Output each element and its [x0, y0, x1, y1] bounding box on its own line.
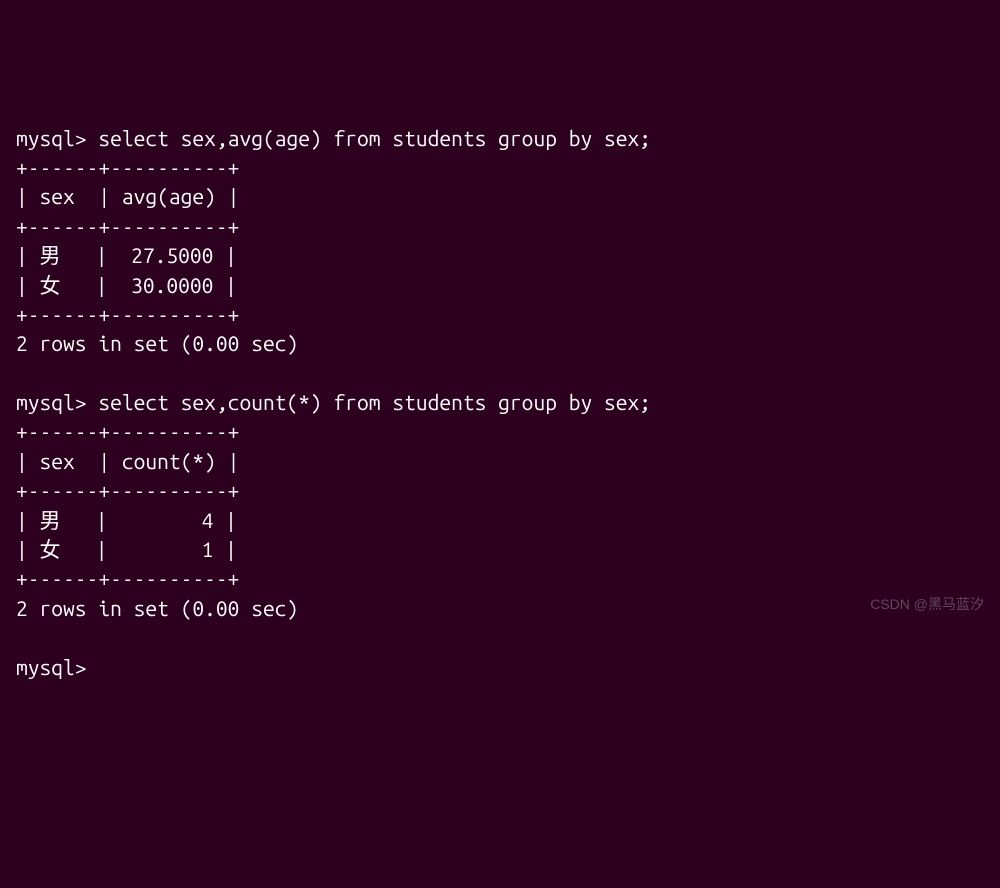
table-border: +------+----------+ [16, 476, 984, 505]
mysql-prompt-empty[interactable]: mysql> [16, 653, 984, 682]
blank-line [16, 359, 984, 388]
status-line: 2 rows in set (0.00 sec) [16, 594, 984, 623]
table-border: +------+----------+ [16, 417, 984, 446]
table-header: | sex | count(*) | [16, 447, 984, 476]
table-row: | 男 | 27.5000 | [16, 241, 984, 270]
sql-query: select sex,avg(age) from students group … [98, 126, 651, 150]
blank-line [16, 623, 984, 652]
query-line-2: mysql> select sex,count(*) from students… [16, 388, 984, 417]
watermark: CSDN @黑马蓝汐 [870, 595, 984, 615]
table-header: | sex | avg(age) | [16, 182, 984, 211]
table-border: +------+----------+ [16, 300, 984, 329]
table-row: | 男 | 4 | [16, 506, 984, 535]
terminal-output: mysql> select sex,avg(age) from students… [16, 124, 984, 682]
table-border: +------+----------+ [16, 212, 984, 241]
table-row: | 女 | 1 | [16, 535, 984, 564]
table-row: | 女 | 30.0000 | [16, 271, 984, 300]
table-border: +------+----------+ [16, 564, 984, 593]
mysql-prompt[interactable]: mysql> [16, 126, 98, 150]
status-line: 2 rows in set (0.00 sec) [16, 329, 984, 358]
sql-query: select sex,count(*) from students group … [98, 390, 651, 414]
table-border: +------+----------+ [16, 153, 984, 182]
mysql-prompt[interactable]: mysql> [16, 390, 98, 414]
query-line-1: mysql> select sex,avg(age) from students… [16, 124, 984, 153]
